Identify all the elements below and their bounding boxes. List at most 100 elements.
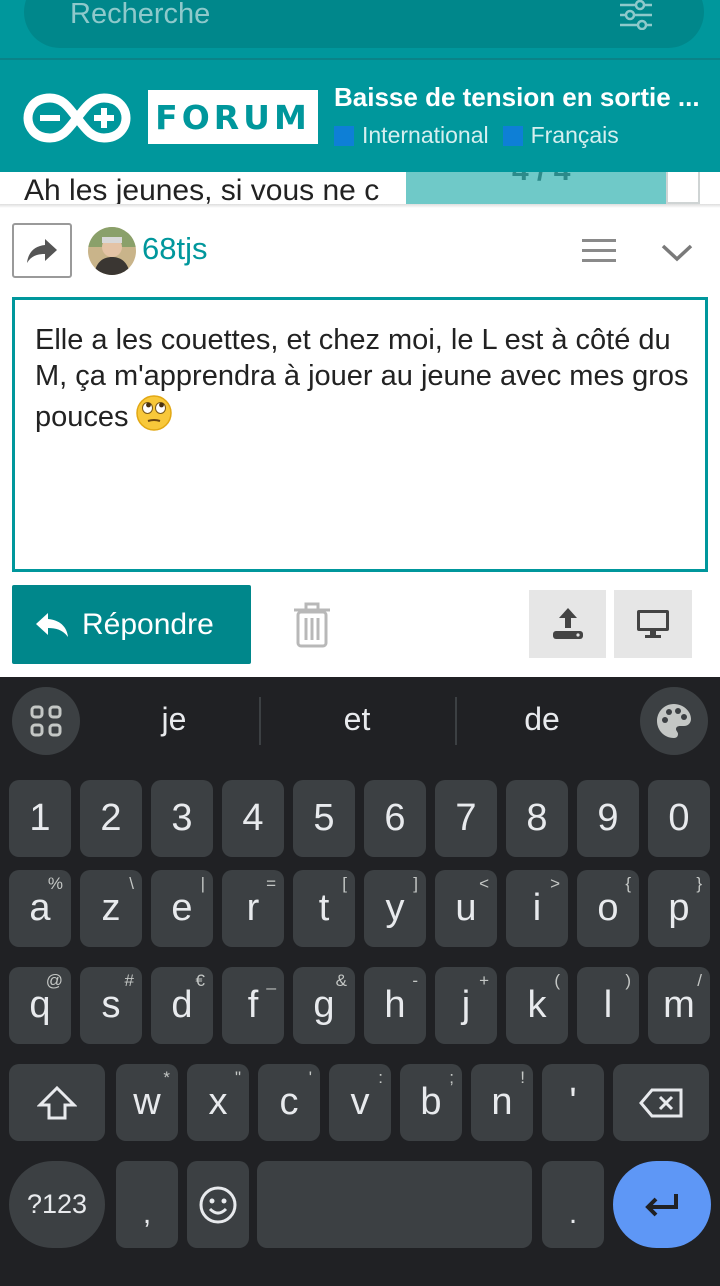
comma-key[interactable]: , (116, 1161, 178, 1248)
key-hint: [ (342, 874, 347, 893)
key-8[interactable]: 8 (506, 780, 568, 857)
key-a[interactable]: a% (9, 870, 71, 947)
key-x[interactable]: x " (187, 1064, 249, 1141)
key-v[interactable]: v: (329, 1064, 391, 1141)
key-t[interactable]: t[ (293, 870, 355, 947)
suggestion-2[interactable]: et (297, 701, 417, 738)
key-r[interactable]: r = (222, 870, 284, 947)
space-key[interactable] (257, 1161, 532, 1248)
key-2[interactable]: 2 (80, 780, 142, 857)
shift-key[interactable] (9, 1064, 105, 1141)
composer-username[interactable]: 68tjs (142, 231, 207, 267)
avatar[interactable] (88, 227, 136, 275)
key-label: t (318, 887, 330, 929)
key-m[interactable]: m / (648, 967, 710, 1044)
category-international[interactable]: International (334, 122, 489, 149)
key-s[interactable]: s # (80, 967, 142, 1044)
search-bar-strip: Recherche (0, 0, 720, 58)
key-i[interactable]: i > (506, 870, 568, 947)
upload-button[interactable] (529, 590, 606, 658)
avatar-image (88, 227, 136, 275)
key-hint: { (625, 874, 631, 893)
key-g[interactable]: g & (293, 967, 355, 1044)
key-hint: - (412, 971, 418, 990)
key-1[interactable]: 1 (9, 780, 71, 857)
key-label: o (597, 887, 619, 929)
reply-to-button[interactable] (12, 223, 72, 278)
key-h[interactable]: h- (364, 967, 426, 1044)
key-6[interactable]: 6 (364, 780, 426, 857)
trash-icon[interactable] (292, 602, 332, 648)
key-e[interactable]: e | (151, 870, 213, 947)
reply-textarea[interactable]: Elle a les couettes, et chez moi, le L e… (12, 297, 708, 572)
background-post-text: Ah les jeunes, si vous ne c (24, 174, 380, 206)
enter-key[interactable] (613, 1161, 711, 1248)
key-b[interactable]: b; (400, 1064, 462, 1141)
key-d[interactable]: d € (151, 967, 213, 1044)
key-7[interactable]: 7 (435, 780, 497, 857)
reply-button-label: Répondre (82, 607, 214, 641)
key-label: j (461, 984, 471, 1026)
symbols-key[interactable]: ?123 (9, 1161, 105, 1248)
arduino-logo-icon[interactable] (22, 90, 132, 146)
reply-icon (36, 612, 68, 637)
key-z[interactable]: z \ (80, 870, 142, 947)
backspace-key[interactable] (613, 1064, 709, 1141)
key-label: s (101, 984, 121, 1026)
keyboard-theme-button[interactable] (640, 687, 708, 755)
key-j[interactable]: j + (435, 967, 497, 1044)
key-n[interactable]: n! (471, 1064, 533, 1141)
key-f[interactable]: f _ (222, 967, 284, 1044)
topic-title[interactable]: Baisse de tension en sortie ... (334, 82, 714, 113)
key-hint: & (335, 971, 347, 990)
key-hint: ! (520, 1068, 525, 1087)
key-y[interactable]: y] (364, 870, 426, 947)
key-label: v (350, 1081, 370, 1123)
search-input[interactable]: Recherche (24, 0, 704, 48)
key-o[interactable]: o{ (577, 870, 639, 947)
key-4[interactable]: 4 (222, 780, 284, 857)
topic-progress[interactable]: 4 / 4 (406, 172, 666, 204)
key-p[interactable]: p} (648, 870, 710, 947)
key-label: , (142, 1196, 152, 1230)
key-hint: / (697, 971, 702, 990)
key-apostrophe[interactable]: ' (542, 1064, 604, 1141)
chevron-down-icon[interactable] (660, 240, 694, 264)
progress-toggle[interactable] (666, 172, 700, 204)
forum-badge[interactable]: FORUM (148, 90, 318, 144)
key-c[interactable]: c ' (258, 1064, 320, 1141)
key-9[interactable]: 9 (577, 780, 639, 857)
preview-toggle-button[interactable] (614, 590, 692, 658)
suggestion-1[interactable]: je (114, 701, 234, 738)
key-hint: ; (449, 1068, 454, 1087)
suggestion-strip: je et de (0, 677, 720, 767)
key-hint: ( (554, 971, 560, 990)
hamburger-icon[interactable] (582, 238, 616, 264)
key-5[interactable]: 5 (293, 780, 355, 857)
category-francais[interactable]: Français (502, 122, 619, 149)
forum-header: FORUM Baisse de tension en sortie ... In… (0, 58, 720, 172)
key-l[interactable]: l) (577, 967, 639, 1044)
key-label: b (420, 1081, 442, 1123)
suggestion-3[interactable]: de (482, 701, 602, 738)
key-k[interactable]: k( (506, 967, 568, 1044)
backspace-icon (639, 1088, 683, 1117)
key-3[interactable]: 3 (151, 780, 213, 857)
key-label: h (384, 984, 406, 1026)
suggestion-divider (259, 697, 261, 745)
reply-button[interactable]: Répondre (12, 585, 251, 664)
reply-body: Elle a les couettes, et chez moi, le L e… (35, 324, 689, 433)
rolling-eyes-emoji-icon (135, 395, 172, 431)
key-hint: : (378, 1068, 383, 1087)
period-key[interactable]: . (542, 1161, 604, 1248)
key-u[interactable]: u < (435, 870, 497, 947)
key-0[interactable]: 0 (648, 780, 710, 857)
category-color-square (334, 125, 354, 146)
emoji-key[interactable] (187, 1161, 249, 1248)
sliders-icon[interactable] (618, 0, 654, 30)
key-label: 7 (455, 797, 477, 839)
key-label: 3 (171, 797, 193, 839)
key-q[interactable]: q @ (9, 967, 71, 1044)
key-w[interactable]: w * (116, 1064, 178, 1141)
keyboard-apps-button[interactable] (12, 687, 80, 755)
